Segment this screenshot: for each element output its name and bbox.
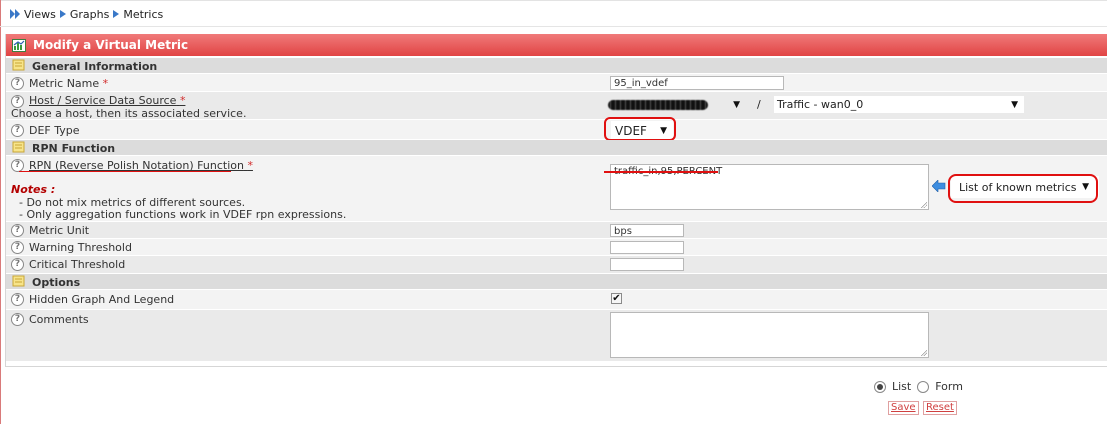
- chevron-right-icon: [113, 10, 120, 18]
- comments-label: Comments: [29, 313, 89, 326]
- section-rpn-label: RPN Function: [32, 142, 116, 155]
- def-type-label: DEF Type: [29, 124, 80, 137]
- chevron-down-icon: ▼: [1011, 99, 1018, 110]
- radio-list[interactable]: [874, 380, 886, 393]
- chevron-right-icon: [59, 10, 66, 18]
- row-host-service: ? Host / Service Data Source * Choose a …: [6, 92, 1107, 120]
- note-icon: [12, 141, 25, 153]
- resize-grip-icon[interactable]: [920, 349, 927, 356]
- help-icon[interactable]: ?: [11, 224, 24, 237]
- help-icon[interactable]: ?: [11, 124, 24, 137]
- breadcrumb-views[interactable]: Views: [24, 8, 56, 21]
- help-icon[interactable]: ?: [11, 77, 24, 90]
- section-rpn: RPN Function: [6, 140, 1107, 156]
- window-left-border: [0, 0, 1, 424]
- note-icon: [12, 275, 25, 287]
- hidden-graph-label: Hidden Graph And Legend: [29, 293, 175, 306]
- radio-form-label: Form: [935, 380, 963, 393]
- breadcrumb-divider: [0, 26, 1107, 27]
- double-chevron-right-icon: [10, 9, 20, 19]
- row-hidden-graph: ? Hidden Graph And Legend ✔: [6, 290, 1107, 310]
- virtual-metric-form: Modify a Virtual Metric General Informat…: [5, 34, 1107, 367]
- reset-button[interactable]: Reset: [923, 401, 957, 415]
- critical-threshold-input[interactable]: [610, 258, 684, 271]
- row-comments: ? Comments: [6, 310, 1107, 362]
- known-metrics-highlight: [948, 174, 1098, 203]
- host-service-help-text: Choose a host, then its associated servi…: [11, 107, 247, 120]
- host-service-separator: /: [757, 98, 761, 111]
- row-warning-threshold: ? Warning Threshold: [6, 239, 1107, 256]
- note-line: - Only aggregation functions work in VDE…: [19, 208, 347, 221]
- row-rpn-function: ? RPN (Reverse Polish Notation) Function…: [6, 156, 1107, 222]
- row-def-type: ? DEF Type VDEF ▼: [6, 120, 1107, 140]
- breadcrumb: Views Graphs Metrics: [10, 4, 163, 24]
- service-select-value: Traffic - wan0_0: [777, 98, 864, 111]
- help-icon[interactable]: ?: [11, 313, 24, 326]
- save-button[interactable]: Save: [888, 401, 919, 415]
- section-general-label: General Information: [32, 60, 158, 73]
- host-select[interactable]: ▼: [606, 97, 746, 113]
- rpn-label-underline: [19, 171, 231, 172]
- chevron-down-icon: ▼: [733, 100, 740, 110]
- def-type-highlight: [604, 117, 676, 141]
- host-service-label: Host / Service Data Source *: [29, 94, 186, 107]
- breadcrumb-metrics[interactable]: Metrics: [123, 8, 163, 21]
- window-top-border: [0, 0, 1107, 1]
- chart-icon: [12, 38, 26, 52]
- help-icon[interactable]: ?: [11, 258, 24, 271]
- note-icon: [12, 59, 25, 71]
- metric-name-label: Metric Name *: [29, 77, 109, 90]
- hidden-graph-checkbox[interactable]: ✔: [611, 293, 622, 304]
- comments-textarea[interactable]: [610, 312, 929, 358]
- row-metric-unit: ? Metric Unit bps: [6, 222, 1107, 239]
- redacted-host-scribble: [608, 100, 708, 110]
- metric-name-input[interactable]: 95_in_vdef: [610, 76, 784, 90]
- warning-threshold-label: Warning Threshold: [29, 241, 132, 254]
- section-general: General Information: [6, 58, 1107, 74]
- notes-title: Notes :: [11, 183, 56, 196]
- panel-title-bar: Modify a Virtual Metric: [6, 34, 1107, 56]
- breadcrumb-graphs[interactable]: Graphs: [70, 8, 109, 21]
- critical-threshold-label: Critical Threshold: [29, 258, 126, 271]
- radio-selected-dot: [877, 383, 883, 390]
- metric-unit-label: Metric Unit: [29, 224, 90, 237]
- view-mode-toggle: List Form: [874, 380, 963, 393]
- warning-threshold-input[interactable]: [610, 241, 684, 254]
- help-icon[interactable]: ?: [11, 241, 24, 254]
- rpn-value-underline: [604, 171, 718, 173]
- radio-list-label: List: [892, 380, 912, 393]
- arrow-left-icon[interactable]: [932, 180, 946, 192]
- resize-grip-icon[interactable]: [920, 201, 927, 208]
- section-options: Options: [6, 274, 1107, 290]
- row-metric-name: ? Metric Name * 95_in_vdef: [6, 74, 1107, 92]
- service-select[interactable]: Traffic - wan0_0 ▼: [774, 96, 1024, 113]
- page-title: Modify a Virtual Metric: [33, 38, 189, 52]
- section-options-label: Options: [32, 276, 81, 289]
- help-icon[interactable]: ?: [11, 293, 24, 306]
- row-critical-threshold: ? Critical Threshold: [6, 256, 1107, 274]
- radio-form[interactable]: [917, 380, 930, 393]
- metric-unit-input[interactable]: bps: [610, 224, 684, 237]
